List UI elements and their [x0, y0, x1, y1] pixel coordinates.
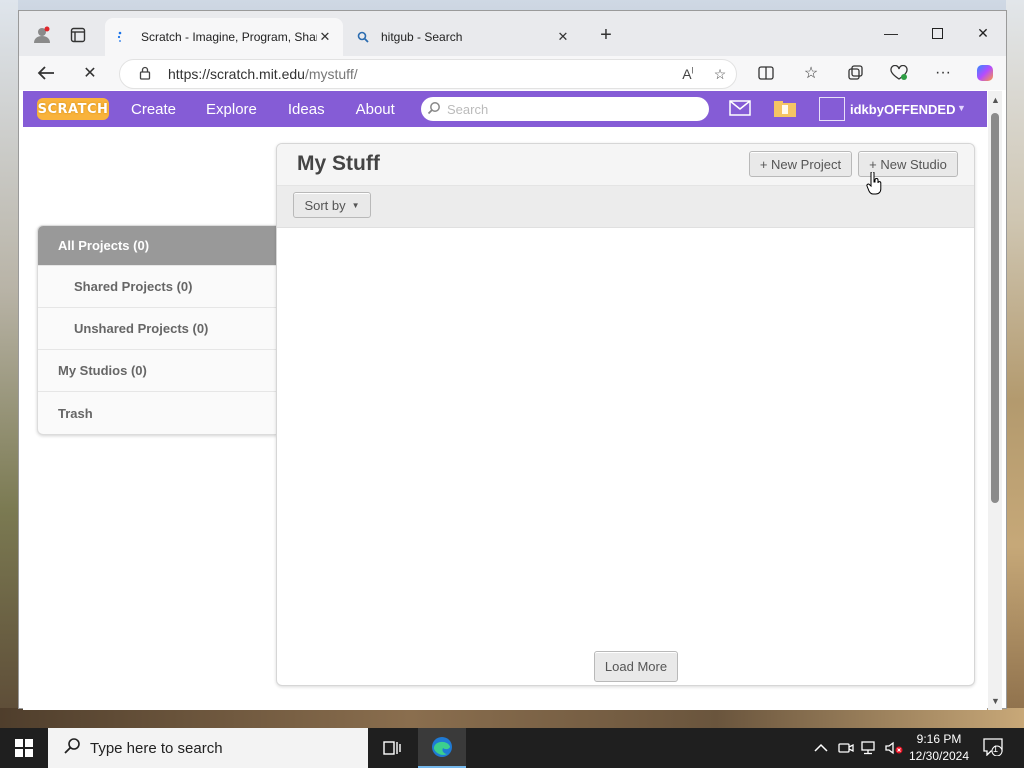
edge-taskbar-icon[interactable] — [418, 728, 466, 768]
scratch-navbar: SCRATCH Create Explore Ideas About idkby… — [23, 91, 987, 127]
scratch-search-box[interactable] — [421, 97, 709, 121]
read-aloud-icon[interactable]: Aꟾ — [672, 66, 704, 82]
sidebar-item-label: All Projects (0) — [58, 238, 150, 253]
favorites-icon[interactable]: ☆ — [798, 61, 824, 85]
new-tab-icon[interactable]: + — [595, 24, 617, 46]
tab-actions-icon[interactable] — [67, 24, 89, 46]
scroll-down-icon[interactable]: ▼ — [991, 696, 1000, 706]
nav-ideas[interactable]: Ideas — [288, 101, 325, 118]
sort-by-label: Sort by — [304, 197, 346, 213]
sidebar-item-all-projects[interactable]: All Projects (0) — [38, 226, 276, 266]
my-stuff-folder-icon[interactable] — [773, 98, 797, 123]
collections-icon[interactable] — [842, 61, 868, 85]
clock-time: 9:16 PM — [916, 732, 962, 746]
address-bar[interactable]: https://scratch.mit.edu/mystuff/ Aꟾ ☆ — [119, 59, 737, 89]
taskbar-search-box[interactable]: Type here to search — [48, 728, 368, 768]
tab-close-icon[interactable]: ✕ — [317, 29, 333, 45]
notification-center-icon[interactable]: 1 — [982, 738, 1004, 758]
messages-icon[interactable] — [729, 100, 751, 121]
network-icon[interactable] — [861, 728, 879, 768]
copilot-icon[interactable] — [972, 61, 998, 85]
tab-scratch[interactable]: Scratch - Imagine, Program, Share ✕ — [105, 18, 343, 56]
search-input[interactable] — [447, 101, 709, 117]
maximize-icon[interactable] — [917, 21, 957, 45]
nav-explore[interactable]: Explore — [206, 101, 257, 118]
scroll-up-icon[interactable]: ▲ — [991, 95, 1000, 105]
page-title: My Stuff — [297, 152, 380, 175]
url-path: /mystuff/ — [304, 66, 358, 82]
split-screen-icon[interactable] — [753, 61, 779, 85]
url-host: https://scratch.mit.edu — [168, 66, 305, 82]
page-viewport: SCRATCH Create Explore Ideas About idkby… — [23, 91, 987, 710]
taskbar: Type here to search 9:16 PM 12/30/2024 1 — [0, 728, 1024, 768]
tab-bar: Scratch - Imagine, Program, Share ✕ hitg… — [19, 11, 1006, 56]
stop-loading-icon[interactable]: ✕ — [77, 61, 103, 85]
tab-hitgub-search[interactable]: hitgub - Search ✕ — [345, 18, 581, 56]
meet-now-icon[interactable] — [838, 728, 854, 768]
search-favicon-icon — [355, 29, 371, 45]
scratch-logo[interactable]: SCRATCH — [37, 98, 109, 120]
search-icon — [54, 737, 90, 760]
nav-create[interactable]: Create — [131, 101, 176, 118]
mystuff-panel: My Stuff + New Project + New Studio Sort… — [276, 143, 975, 686]
tray-chevron-up-icon[interactable] — [814, 728, 828, 768]
sidebar-item-shared-projects[interactable]: Shared Projects (0) — [38, 266, 276, 308]
browser-window: Scratch - Imagine, Program, Share ✕ hitg… — [18, 10, 1007, 710]
load-more-button[interactable]: Load More — [594, 651, 678, 682]
profile-icon[interactable] — [31, 24, 53, 46]
clock-date: 12/30/2024 — [908, 749, 970, 763]
favorite-star-icon[interactable]: ☆ — [704, 66, 736, 83]
lock-icon[interactable] — [130, 66, 160, 83]
sidebar-item-my-studios[interactable]: My Studios (0) — [38, 350, 276, 392]
sidebar-item-unshared-projects[interactable]: Unshared Projects (0) — [38, 308, 276, 350]
sidebar-item-label: Shared Projects (0) — [74, 279, 193, 294]
desktop-edge-bottom — [0, 708, 1024, 728]
more-options-icon[interactable]: ··· — [930, 61, 956, 85]
task-view-icon[interactable] — [368, 728, 416, 768]
volume-muted-icon[interactable] — [884, 728, 904, 768]
scrollbar-thumb[interactable] — [991, 113, 999, 503]
sidebar-item-trash[interactable]: Trash — [38, 392, 276, 434]
minimize-icon[interactable]: — — [871, 21, 911, 45]
sidebar-item-label: My Studios (0) — [58, 363, 147, 378]
sidebar-item-label: Trash — [58, 405, 93, 421]
username-label[interactable]: idkbyOFFENDED — [850, 102, 955, 117]
loading-icon — [115, 29, 131, 45]
browser-essentials-icon[interactable] — [886, 61, 912, 85]
sort-by-dropdown[interactable]: Sort by ▼ — [293, 192, 371, 218]
sidebar-item-label: Unshared Projects (0) — [74, 321, 209, 336]
tab-title: Scratch - Imagine, Program, Share — [141, 30, 317, 44]
avatar[interactable] — [819, 97, 845, 121]
windows-start-icon[interactable] — [0, 728, 48, 768]
nav-about[interactable]: About — [356, 101, 395, 118]
tab-close-icon[interactable]: ✕ — [555, 29, 571, 45]
back-icon[interactable] — [33, 61, 59, 85]
url-text: https://scratch.mit.edu/mystuff/ — [160, 66, 672, 82]
mystuff-sidebar: All Projects (0) Shared Projects (0) Uns… — [37, 225, 277, 435]
hand-cursor-icon — [866, 172, 882, 195]
taskbar-search-placeholder: Type here to search — [90, 739, 223, 757]
close-window-icon[interactable]: ✕ — [963, 21, 1003, 45]
taskbar-clock[interactable]: 9:16 PM 12/30/2024 — [906, 731, 972, 765]
page-scrollbar[interactable]: ▲ ▼ — [988, 91, 1002, 710]
notification-count: 1 — [993, 744, 999, 754]
tab-title: hitgub - Search — [381, 30, 463, 44]
desktop-edge-left — [0, 0, 18, 728]
chevron-down-icon: ▼ — [351, 200, 360, 210]
browser-toolbar: ✕ https://scratch.mit.edu/mystuff/ Aꟾ ☆ … — [19, 56, 1006, 90]
chevron-down-icon[interactable]: ▼ — [957, 103, 966, 113]
new-project-button[interactable]: + New Project — [749, 151, 852, 177]
search-icon — [421, 101, 447, 118]
desktop-edge-right — [1006, 0, 1024, 728]
